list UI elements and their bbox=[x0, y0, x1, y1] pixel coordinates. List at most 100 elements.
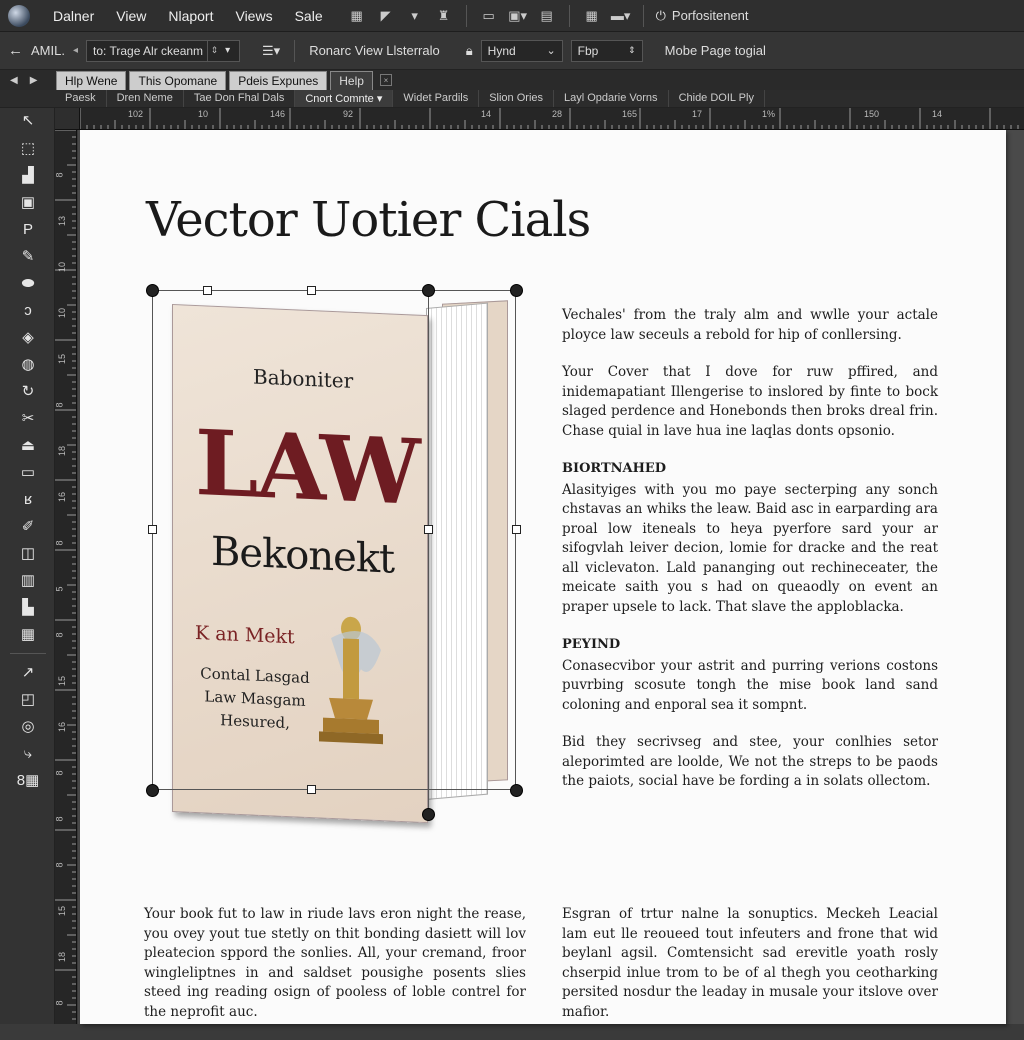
resize-handle-mid[interactable] bbox=[424, 525, 433, 534]
ruler-label: 14 bbox=[932, 109, 943, 119]
pen-tool-icon[interactable]: P bbox=[12, 217, 44, 241]
resize-handle-top[interactable] bbox=[307, 286, 316, 295]
paint-tool-icon[interactable]: ◈ bbox=[12, 325, 44, 349]
power-icon: ⏻ bbox=[655, 7, 666, 23]
bottom-left-text[interactable]: Your book fut to law in riude lavs eron … bbox=[144, 905, 526, 1040]
back-arrow-icon[interactable]: ← bbox=[8, 42, 23, 59]
panel-tab-3[interactable]: Tae Don Fhal Dals bbox=[184, 90, 296, 107]
ref-arrow-icon[interactable]: ◂ bbox=[73, 45, 78, 56]
doc-tab-1[interactable]: Hlp Wene bbox=[56, 71, 127, 90]
screen-mode-icon[interactable]: ▤ bbox=[534, 5, 560, 27]
hand-tool-icon[interactable]: ▙ bbox=[12, 595, 44, 619]
pencil-tool-icon[interactable]: ✎ bbox=[12, 244, 44, 268]
zoom-menu-icon[interactable]: ▣▾ bbox=[505, 5, 531, 27]
frame-tool-icon[interactable]: ◫ bbox=[12, 541, 44, 565]
zoom-tool-icon[interactable]: ◎ bbox=[12, 714, 44, 738]
panel-tab-2[interactable]: Dren Neme bbox=[107, 90, 184, 107]
panel-tab-4[interactable]: Cnort Comnte ▾ bbox=[295, 90, 394, 107]
resize-handle-bottom[interactable] bbox=[307, 785, 316, 794]
vertical-ruler[interactable]: 8 13 10 10 15 8 18 16 8 5 8 15 16 8 8 8 15 18 8 bbox=[55, 130, 77, 1024]
panel-tab-5[interactable]: Widet Pardils bbox=[393, 90, 480, 107]
crop-tool-icon[interactable]: ◰ bbox=[12, 687, 44, 711]
menu-item-4[interactable]: Views bbox=[224, 8, 283, 24]
window-icon[interactable]: ▭ bbox=[476, 5, 502, 27]
style-dropdown[interactable]: to: Trage Alr ckeanm ⇕ ▾ bbox=[86, 39, 240, 62]
panel-tab-7[interactable]: Layl Opdarie Vorns bbox=[554, 90, 669, 107]
panel-tab-6[interactable]: Slion Ories bbox=[479, 90, 554, 107]
mode-label[interactable]: Mobe Page togial bbox=[665, 43, 766, 58]
ruler-corner[interactable] bbox=[55, 108, 80, 130]
resize-handle-right[interactable] bbox=[512, 525, 521, 534]
tab-scroll-arrows[interactable]: ◀ ▶ bbox=[10, 75, 56, 90]
menu-item-5[interactable]: Sale bbox=[284, 8, 334, 24]
fbp-field[interactable]: Fbp ⇕ bbox=[570, 39, 643, 62]
page-tool-icon[interactable]: ▟ bbox=[12, 163, 44, 187]
selection-tool-icon[interactable]: ↖ bbox=[12, 108, 44, 132]
gradient-tool-icon[interactable]: ⏏ bbox=[12, 433, 44, 457]
resize-handle-bottom-left[interactable] bbox=[146, 784, 159, 797]
spinner-icon[interactable]: ⇕ bbox=[628, 45, 636, 56]
menu-item-3[interactable]: Nlaport bbox=[157, 8, 224, 24]
arrow-tool-icon[interactable]: ◤ bbox=[373, 5, 399, 27]
workspace-switcher[interactable]: ⏻ Porfositenent bbox=[656, 8, 749, 24]
rotate-tool-icon[interactable]: ↻ bbox=[12, 379, 44, 403]
panel-tab-1[interactable]: Paesk bbox=[55, 90, 107, 107]
table-tool-icon[interactable]: ▥ bbox=[12, 568, 44, 592]
ruler-label: 8 bbox=[55, 862, 65, 868]
left-arrow-icon[interactable]: ◀ bbox=[10, 75, 18, 86]
grid-icon[interactable]: ▦ bbox=[344, 5, 370, 27]
panel-tab-8[interactable]: Chide DOIL Ply bbox=[669, 90, 765, 107]
panel-tabs: Paesk Dren Neme Tae Don Fhal Dals Cnort … bbox=[0, 90, 1024, 108]
document-page[interactable]: Vector Uotier Cials Baboniter LAW Bekone… bbox=[80, 130, 1006, 1024]
bottom-right-text[interactable]: Esgran of trtur nalne la sonuptics. Meck… bbox=[562, 905, 938, 1040]
figure-icon[interactable]: ♜ bbox=[431, 5, 457, 27]
spinner-icon[interactable]: ⇕ bbox=[207, 40, 221, 61]
menu-item-1[interactable]: Dalner bbox=[42, 8, 105, 24]
resize-handle-top-left[interactable] bbox=[146, 284, 159, 297]
resize-handle-bottom-right[interactable] bbox=[510, 784, 523, 797]
doc-tab-4[interactable]: Help bbox=[330, 71, 373, 90]
toolbar-divider bbox=[642, 4, 644, 27]
paragraph: Bid they secrivseg and stee, your conlhi… bbox=[562, 734, 938, 789]
doc-tab-3[interactable]: Pdeis Expunes bbox=[229, 71, 328, 90]
ruler-label: 15 bbox=[57, 353, 68, 365]
lock-icon[interactable]: 🔒︎ bbox=[466, 43, 473, 59]
menu-item-2[interactable]: View bbox=[105, 8, 157, 24]
resize-handle-top-right[interactable] bbox=[510, 284, 523, 297]
scissors-tool-icon[interactable]: ✂ bbox=[12, 406, 44, 430]
right-text-column[interactable]: Vechales' from the traly alm and wwlle y… bbox=[562, 306, 938, 810]
note-tool-icon[interactable]: ▭ bbox=[12, 460, 44, 484]
eyedropper-tool-icon[interactable]: ✐ bbox=[12, 514, 44, 538]
chevron-down-icon[interactable]: ▾ bbox=[402, 5, 428, 27]
selection-bounding-box bbox=[152, 290, 516, 790]
gap-tool-icon[interactable]: ▣ bbox=[12, 190, 44, 214]
fill-stroke-icon[interactable]: ⤷ bbox=[12, 741, 44, 765]
right-arrow-icon[interactable]: ▶ bbox=[30, 75, 38, 86]
hynd-value: Hynd bbox=[487, 43, 516, 58]
droplet-tool-icon[interactable]: ◍ bbox=[12, 352, 44, 376]
direct-selection-tool-icon[interactable]: ⬚ bbox=[12, 136, 44, 160]
document-tab-row: ◀ ▶ Hlp Wene This Opomane Pdeis Expunes H… bbox=[0, 70, 1024, 90]
ruler-label: 14 bbox=[481, 109, 492, 119]
horizontal-ruler[interactable]: 102 10 146 92 14 28 165 17 1% 150 14 bbox=[80, 108, 1024, 130]
hynd-select[interactable]: Hynd ⌄ bbox=[480, 39, 563, 62]
layers-icon[interactable]: ☰▾ bbox=[262, 43, 280, 59]
resize-handle-left[interactable] bbox=[148, 525, 157, 534]
chevron-down-icon[interactable]: ▾ bbox=[225, 45, 230, 56]
view-options-icon[interactable]: ▬▾ bbox=[608, 5, 634, 27]
page-title[interactable]: Vector Uotier Cials bbox=[146, 192, 591, 248]
resize-handle-top-mid[interactable] bbox=[422, 284, 435, 297]
resize-handle-bottom-mid[interactable] bbox=[422, 808, 435, 821]
resize-handle-top[interactable] bbox=[203, 286, 212, 295]
brush-tool-icon[interactable]: ⬬ bbox=[12, 271, 44, 295]
type-tool-icon[interactable]: ↄ bbox=[12, 298, 44, 322]
app-logo[interactable] bbox=[8, 4, 30, 27]
shear-tool-icon[interactable]: ʁ bbox=[12, 487, 44, 511]
arrange-icon[interactable]: ▦ bbox=[579, 5, 605, 27]
grid-tool-icon[interactable]: ▦ bbox=[12, 622, 44, 646]
swap-colors-icon[interactable]: 8▦ bbox=[12, 768, 44, 792]
close-icon[interactable]: × bbox=[379, 74, 392, 86]
toolbar-divider bbox=[568, 4, 570, 27]
arrow-tool-icon[interactable]: ↗ bbox=[12, 660, 44, 684]
doc-tab-2[interactable]: This Opomane bbox=[129, 71, 227, 90]
